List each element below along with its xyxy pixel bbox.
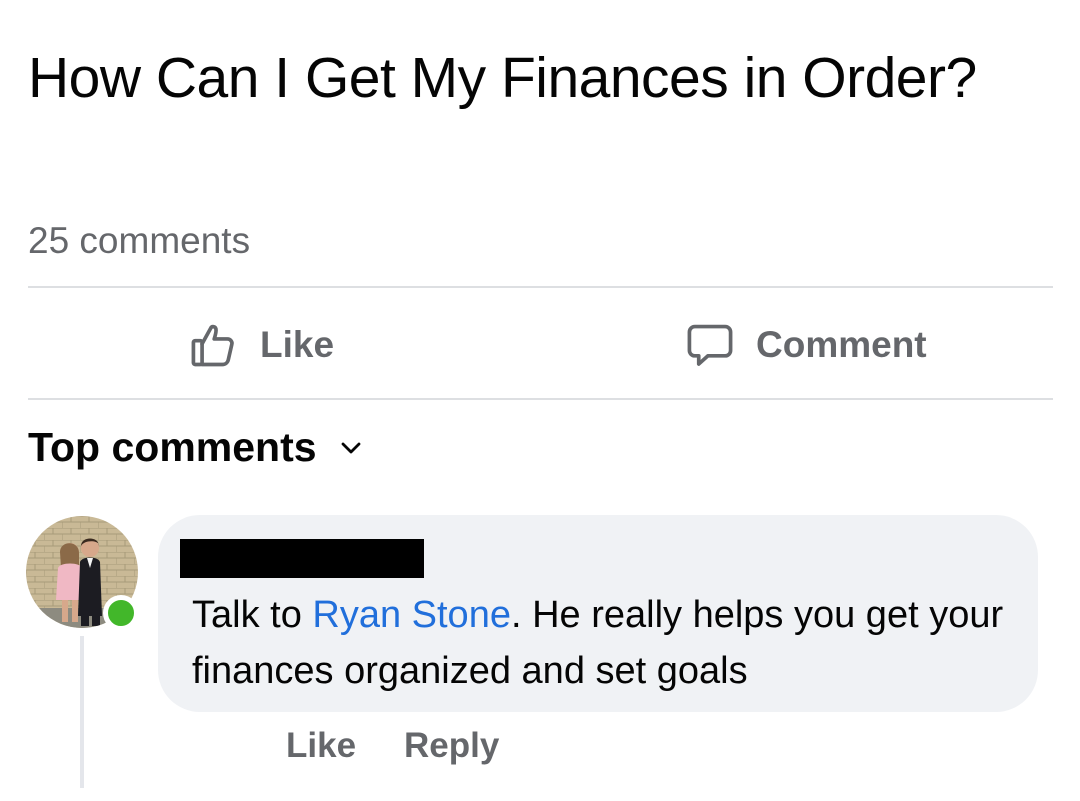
divider: [28, 398, 1053, 400]
online-status-indicator: [103, 595, 139, 631]
comment-count[interactable]: 25 comments: [28, 218, 250, 264]
comment-label: Comment: [756, 324, 927, 365]
comment-like-button[interactable]: Like: [286, 726, 356, 766]
comment-bubble: Talk to Ryan Stone. He really helps you …: [158, 515, 1038, 712]
comments-sort-dropdown[interactable]: Top comments: [28, 424, 363, 471]
mention-link[interactable]: Ryan Stone: [312, 594, 511, 636]
like-button[interactable]: Like: [188, 316, 334, 374]
comment-reply-button[interactable]: Reply: [404, 726, 499, 766]
post-title: How Can I Get My Finances in Order?: [28, 46, 977, 110]
divider: [28, 286, 1053, 288]
comment-button[interactable]: Comment: [684, 316, 927, 374]
comment-reply-label: Reply: [404, 726, 500, 765]
sort-label: Top comments: [28, 424, 317, 470]
comment-like-label: Like: [286, 726, 357, 765]
redacted-author-name: [180, 539, 424, 578]
thumbs-up-icon: [188, 319, 240, 371]
comment-text: Talk to Ryan Stone. He really helps you …: [192, 587, 1022, 699]
speech-bubble-icon: [684, 319, 736, 371]
comment-text-before: Talk to: [192, 594, 313, 636]
chevron-down-icon: [339, 440, 363, 456]
thread-line: [80, 636, 84, 788]
like-label: Like: [260, 324, 335, 365]
